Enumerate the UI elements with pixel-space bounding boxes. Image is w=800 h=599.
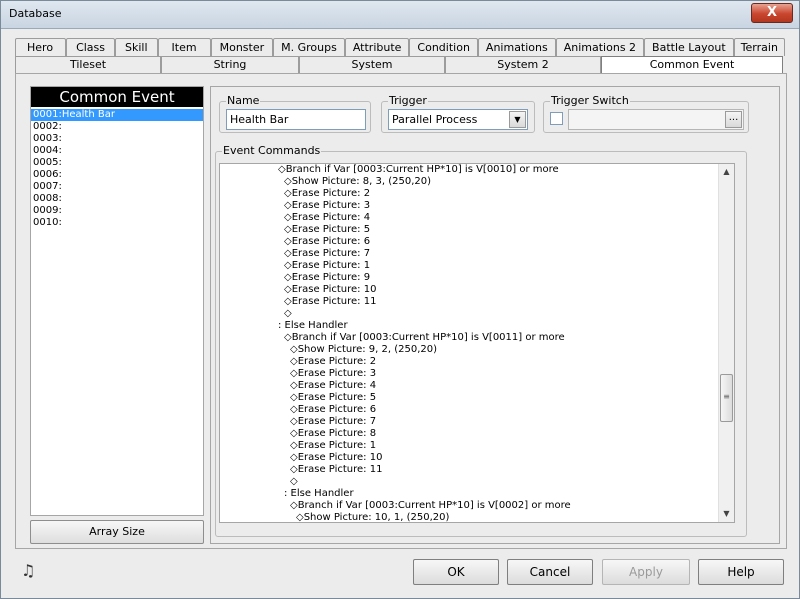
command-line[interactable]: ◇Erase Picture: 5 — [220, 224, 720, 236]
command-line[interactable]: ◇Erase Picture: 9 — [220, 272, 720, 284]
command-line[interactable]: ◇Show Picture: 8, 3, (250,20) — [220, 176, 720, 188]
list-item[interactable]: 0002: — [31, 121, 203, 133]
tab-condition[interactable]: Condition — [409, 38, 478, 56]
help-button[interactable]: Help — [698, 559, 784, 585]
name-input[interactable]: Health Bar — [226, 109, 366, 130]
command-line[interactable]: ◇Branch if Var [0003:Current HP*10] is V… — [220, 332, 720, 344]
array-size-button[interactable]: Array Size — [30, 520, 204, 544]
command-line[interactable]: ◇Erase Picture: 10 — [220, 284, 720, 296]
tab-hero[interactable]: Hero — [15, 38, 67, 56]
trigger-switch-checkbox[interactable] — [550, 112, 563, 125]
command-line[interactable]: ◇Erase Picture: 10 — [220, 452, 720, 464]
event-properties-panel: Name Health Bar Trigger Parallel Process… — [210, 86, 780, 544]
command-line[interactable]: ◇Erase Picture: 3 — [220, 200, 720, 212]
tab-attribute[interactable]: Attribute — [344, 38, 410, 56]
command-line[interactable]: ◇Erase Picture: 1 — [220, 440, 720, 452]
trigger-switch-group: Trigger Switch ... — [543, 94, 749, 133]
tab-system[interactable]: System — [299, 56, 445, 73]
command-line[interactable]: ◇Branch if Var [0003:Current HP*10] is V… — [220, 500, 720, 512]
command-line[interactable]: ◇Erase Picture: 11 — [220, 296, 720, 308]
trigger-select[interactable]: Parallel Process ▼ — [388, 109, 528, 130]
common-event-list: Common Event 0001:Health Bar 0002: 0003:… — [30, 86, 204, 516]
command-lines: ◇Branch if Var [0003:Current HP*10] is V… — [220, 164, 720, 522]
command-line[interactable]: : Else Handler — [220, 488, 720, 500]
trigger-label: Trigger — [388, 94, 428, 107]
trigger-switch-label: Trigger Switch — [550, 94, 630, 107]
command-line[interactable]: ◇Branch if Var [0003:Current HP*10] is V… — [220, 164, 720, 176]
command-line[interactable]: ◇Erase Picture: 4 — [220, 380, 720, 392]
list-item[interactable]: 0005: — [31, 157, 203, 169]
list-header: Common Event — [31, 87, 203, 107]
trigger-value: Parallel Process — [392, 113, 478, 126]
trigger-switch-field[interactable]: ... — [568, 109, 744, 130]
scroll-down-icon[interactable]: ▼ — [719, 506, 734, 522]
tab-item[interactable]: Item — [157, 38, 211, 56]
command-line[interactable]: ◇Erase Picture: 8 — [220, 428, 720, 440]
tab-strip-top: Hero Class Skill Item Monster M. Groups … — [15, 38, 785, 56]
tab-system-2[interactable]: System 2 — [445, 56, 601, 73]
apply-button[interactable]: Apply — [602, 559, 690, 585]
tab-animations-2[interactable]: Animations 2 — [555, 38, 645, 56]
command-line[interactable]: ◇ — [220, 308, 720, 320]
switch-browse-button[interactable]: ... — [725, 111, 742, 128]
tab-battle-layout[interactable]: Battle Layout — [644, 38, 734, 56]
list-item[interactable]: 0001:Health Bar — [31, 109, 203, 121]
command-line[interactable]: ◇Show Picture: 10, 1, (250,20) — [220, 512, 720, 522]
command-line[interactable]: ◇Erase Picture: 6 — [220, 404, 720, 416]
tab-monster[interactable]: Monster — [210, 38, 274, 56]
event-commands-list[interactable]: ◇Branch if Var [0003:Current HP*10] is V… — [219, 163, 735, 523]
list-items: 0001:Health Bar 0002: 0003: 0004: 0005: … — [31, 109, 203, 229]
scroll-thumb[interactable]: ≡ — [720, 374, 733, 422]
tab-string[interactable]: String — [161, 56, 299, 73]
command-line[interactable]: ◇Erase Picture: 1 — [220, 260, 720, 272]
tab-tileset[interactable]: Tileset — [15, 56, 161, 73]
command-line[interactable]: ◇Erase Picture: 7 — [220, 416, 720, 428]
window-title: Database — [9, 7, 62, 20]
command-line[interactable]: ◇Erase Picture: 6 — [220, 236, 720, 248]
scroll-up-icon[interactable]: ▲ — [719, 164, 734, 180]
tab-class[interactable]: Class — [66, 38, 116, 56]
title-bar[interactable]: Database X — [1, 1, 799, 29]
name-group: Name Health Bar — [219, 94, 371, 133]
name-label: Name — [226, 94, 261, 107]
trigger-group: Trigger Parallel Process ▼ — [381, 94, 535, 133]
list-item[interactable]: 0007: — [31, 181, 203, 193]
command-line[interactable]: ◇Erase Picture: 7 — [220, 248, 720, 260]
tab-m-groups[interactable]: M. Groups — [273, 38, 345, 56]
cancel-button[interactable]: Cancel — [507, 559, 593, 585]
database-window: Database X Hero Class Skill Item Monster… — [0, 0, 800, 599]
command-line[interactable]: ◇Erase Picture: 2 — [220, 356, 720, 368]
bottom-bar: ♫ OK Cancel Apply Help — [1, 551, 799, 599]
list-item[interactable]: 0009: — [31, 205, 203, 217]
command-line[interactable]: ◇Erase Picture: 4 — [220, 212, 720, 224]
command-line[interactable]: ◇Erase Picture: 2 — [220, 188, 720, 200]
tab-animations[interactable]: Animations — [477, 38, 556, 56]
list-item[interactable]: 0006: — [31, 169, 203, 181]
tab-terrain[interactable]: Terrain — [733, 38, 785, 56]
tab-content-panel: Common Event 0001:Health Bar 0002: 0003:… — [15, 73, 787, 549]
command-line[interactable]: ◇Erase Picture: 11 — [220, 464, 720, 476]
command-line[interactable]: ◇ — [220, 476, 720, 488]
command-line[interactable]: ◇Show Picture: 9, 2, (250,20) — [220, 344, 720, 356]
list-item[interactable]: 0004: — [31, 145, 203, 157]
command-line[interactable]: ◇Erase Picture: 3 — [220, 368, 720, 380]
tab-common-event[interactable]: Common Event — [601, 56, 783, 73]
command-line[interactable]: : Else Handler — [220, 320, 720, 332]
command-line[interactable]: ◇Erase Picture: 5 — [220, 392, 720, 404]
ok-button[interactable]: OK — [413, 559, 499, 585]
event-commands-label: Event Commands — [222, 144, 322, 157]
list-item[interactable]: 0008: — [31, 193, 203, 205]
music-note-icon[interactable]: ♫ — [21, 561, 35, 580]
close-button[interactable]: X — [751, 3, 793, 23]
vertical-scrollbar[interactable]: ▲ ≡ ▼ — [718, 164, 734, 522]
list-item[interactable]: 0003: — [31, 133, 203, 145]
list-item[interactable]: 0010: — [31, 217, 203, 229]
tab-skill[interactable]: Skill — [115, 38, 158, 56]
chevron-down-icon[interactable]: ▼ — [509, 111, 526, 128]
tab-strip-bottom: Tileset String System System 2 Common Ev… — [15, 56, 785, 73]
